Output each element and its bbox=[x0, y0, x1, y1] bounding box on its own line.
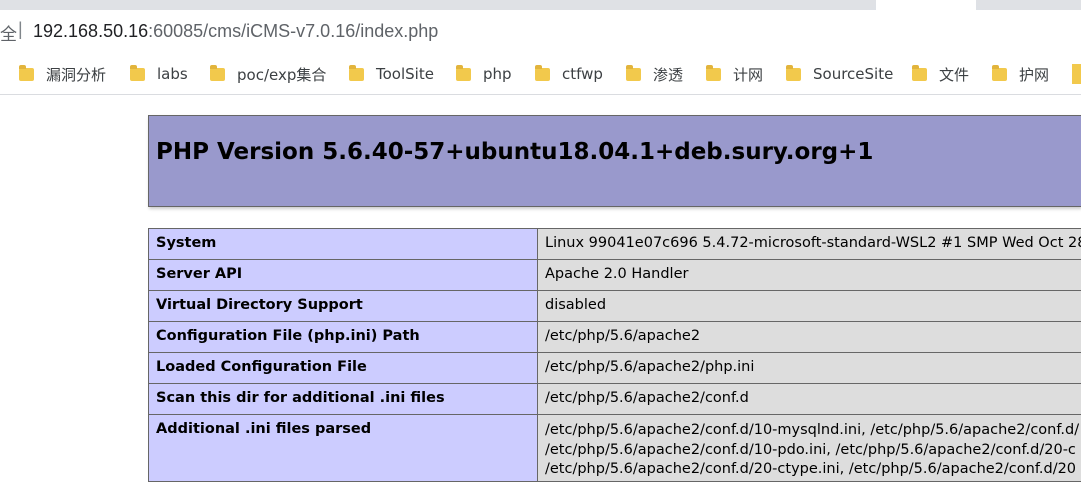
php-version-header: PHP Version 5.6.40-57+ubuntu18.04.1+deb.… bbox=[148, 115, 1081, 207]
folder-icon bbox=[456, 68, 471, 81]
bookmark-label: php bbox=[483, 65, 512, 83]
folder-icon bbox=[786, 68, 801, 81]
folder-icon bbox=[210, 68, 225, 81]
folder-icon bbox=[130, 68, 145, 81]
bookmark-folder[interactable]: 漏洞分析 bbox=[19, 63, 106, 85]
row-key: Loaded Configuration File bbox=[149, 353, 538, 384]
page-title: PHP Version 5.6.40-57+ubuntu18.04.1+deb.… bbox=[156, 139, 873, 165]
bookmark-folder[interactable]: php bbox=[456, 63, 512, 85]
folder-icon bbox=[912, 68, 927, 81]
folder-icon bbox=[535, 68, 550, 81]
bookmark-label: 漏洞分析 bbox=[46, 64, 106, 85]
row-key: Virtual Directory Support bbox=[149, 291, 538, 322]
row-value: /etc/php/5.6/apache2/conf.d/10-mysqlnd.i… bbox=[538, 415, 1081, 482]
row-value: /etc/php/5.6/apache2/conf.d bbox=[538, 384, 1081, 415]
bookmark-label: 计网 bbox=[733, 64, 763, 85]
bookmark-folder[interactable]: labs bbox=[130, 63, 188, 85]
bookmark-folder[interactable]: poc/exp集合 bbox=[210, 63, 326, 85]
bookmark-label: ToolSite bbox=[376, 65, 434, 83]
table-row: Scan this dir for additional .ini files … bbox=[149, 384, 1081, 415]
active-tab[interactable] bbox=[0, 0, 876, 10]
bookmark-label: poc/exp集合 bbox=[237, 64, 326, 85]
bookmark-label: 文件 bbox=[939, 64, 969, 85]
table-row: Server API Apache 2.0 Handler bbox=[149, 260, 1081, 291]
folder-icon[interactable] bbox=[1072, 64, 1081, 84]
bookmark-label: SourceSite bbox=[813, 65, 893, 83]
row-value: Linux 99041e07c696 5.4.72-microsoft-stan… bbox=[538, 229, 1081, 260]
bookmark-folder[interactable]: 护网 bbox=[992, 63, 1049, 85]
bookmark-label: ctfwp bbox=[562, 65, 603, 83]
url-host: 192.168.50.16 bbox=[33, 21, 148, 41]
folder-icon bbox=[349, 68, 364, 81]
security-indicator[interactable]: 全 bbox=[0, 20, 17, 45]
bookmark-label: 渗透 bbox=[653, 64, 683, 85]
row-key: Configuration File (php.ini) Path bbox=[149, 322, 538, 353]
bookmark-folder[interactable]: ToolSite bbox=[349, 63, 434, 85]
folder-icon bbox=[19, 68, 34, 81]
bookmark-label: labs bbox=[157, 65, 188, 83]
address-bar[interactable]: 全 | 192.168.50.16:60085/cms/iCMS-v7.0.16… bbox=[0, 10, 1081, 52]
row-value: /etc/php/5.6/apache2 bbox=[538, 322, 1081, 353]
inactive-tab[interactable] bbox=[976, 0, 1081, 10]
bookmark-label: 护网 bbox=[1019, 64, 1049, 85]
value-line: /etc/php/5.6/apache2/conf.d/10-mysqlnd.i… bbox=[545, 421, 1074, 441]
bookmark-folder[interactable]: ctfwp bbox=[535, 63, 603, 85]
folder-icon bbox=[992, 68, 1007, 81]
row-key: System bbox=[149, 229, 538, 260]
row-value: /etc/php/5.6/apache2/php.ini bbox=[538, 353, 1081, 384]
bookmarks-bar: 漏洞分析 labs poc/exp集合 ToolSite php ctfwp 渗… bbox=[0, 52, 1081, 95]
table-row: Configuration File (php.ini) Path /etc/p… bbox=[149, 322, 1081, 353]
url-text[interactable]: 192.168.50.16:60085/cms/iCMS-v7.0.16/ind… bbox=[33, 21, 438, 42]
url-path: :60085/cms/iCMS-v7.0.16/index.php bbox=[148, 21, 438, 41]
value-line: /etc/php/5.6/apache2/conf.d/10-pdo.ini, … bbox=[545, 441, 1074, 461]
row-value: disabled bbox=[538, 291, 1081, 322]
bookmark-folder[interactable]: SourceSite bbox=[786, 63, 893, 85]
row-value: Apache 2.0 Handler bbox=[538, 260, 1081, 291]
value-line: /etc/php/5.6/apache2/conf.d/20-ctype.ini… bbox=[545, 460, 1074, 480]
folder-icon bbox=[706, 68, 721, 81]
table-row: Loaded Configuration File /etc/php/5.6/a… bbox=[149, 353, 1081, 384]
table-row: Additional .ini files parsed /etc/php/5.… bbox=[149, 415, 1081, 482]
folder-icon bbox=[626, 68, 641, 81]
tab-strip bbox=[0, 0, 1081, 10]
phpinfo-table: System Linux 99041e07c696 5.4.72-microso… bbox=[148, 228, 1081, 482]
bookmark-folder[interactable]: 文件 bbox=[912, 63, 969, 85]
table-row: Virtual Directory Support disabled bbox=[149, 291, 1081, 322]
bookmark-folder[interactable]: 渗透 bbox=[626, 63, 683, 85]
address-separator: | bbox=[18, 19, 23, 40]
table-row: System Linux 99041e07c696 5.4.72-microso… bbox=[149, 229, 1081, 260]
bookmark-folder[interactable]: 计网 bbox=[706, 63, 763, 85]
row-key: Server API bbox=[149, 260, 538, 291]
row-key: Additional .ini files parsed bbox=[149, 415, 538, 482]
tab-gap bbox=[876, 0, 976, 10]
row-key: Scan this dir for additional .ini files bbox=[149, 384, 538, 415]
